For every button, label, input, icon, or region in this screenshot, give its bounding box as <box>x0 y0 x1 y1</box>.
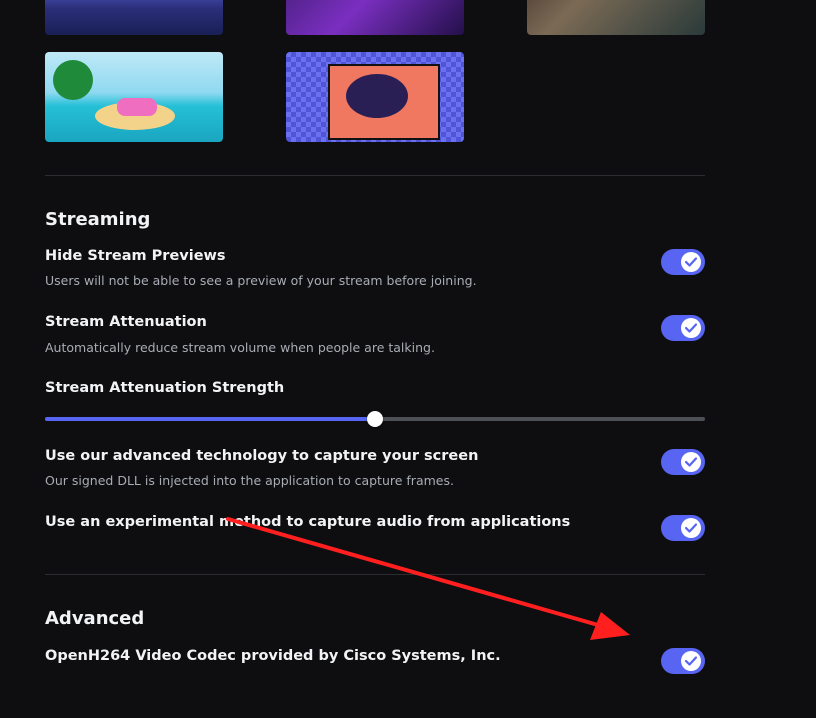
openh264-codec-label: OpenH264 Video Codec provided by Cisco S… <box>45 648 501 664</box>
stream-attenuation-description: Automatically reduce stream volume when … <box>45 340 435 355</box>
advanced-capture-toggle[interactable] <box>661 449 705 475</box>
advanced-section-title: Advanced <box>45 608 145 629</box>
experimental-audio-toggle[interactable] <box>661 515 705 541</box>
streaming-section-title: Streaming <box>45 209 151 230</box>
attenuation-strength-slider-fill <box>45 417 375 421</box>
stream-attenuation-strength-label: Stream Attenuation Strength <box>45 380 285 396</box>
background-thumbnail[interactable] <box>527 0 705 35</box>
section-divider <box>45 574 705 575</box>
hide-stream-previews-description: Users will not be able to see a preview … <box>45 273 477 288</box>
stream-attenuation-label: Stream Attenuation <box>45 314 207 330</box>
checkmark-icon <box>685 523 697 533</box>
checkmark-icon <box>685 656 697 666</box>
advanced-capture-label: Use our advanced technology to capture y… <box>45 448 479 464</box>
hide-stream-previews-label: Hide Stream Previews <box>45 248 226 264</box>
advanced-capture-description: Our signed DLL is injected into the appl… <box>45 473 454 488</box>
hide-stream-previews-toggle[interactable] <box>661 249 705 275</box>
background-thumbnail[interactable] <box>286 52 464 142</box>
experimental-audio-label: Use an experimental method to capture au… <box>45 514 571 530</box>
palm-tree-image <box>53 60 93 100</box>
stream-attenuation-toggle[interactable] <box>661 315 705 341</box>
background-thumbnail[interactable] <box>45 52 223 142</box>
checkmark-icon <box>685 323 697 333</box>
section-divider <box>45 175 705 176</box>
background-thumbnail[interactable] <box>45 0 223 35</box>
checkmark-icon <box>685 257 697 267</box>
float-image <box>117 98 157 116</box>
checkmark-icon <box>685 457 697 467</box>
attenuation-strength-slider-handle[interactable] <box>367 411 383 427</box>
openh264-codec-toggle[interactable] <box>661 648 705 674</box>
character-illustration <box>346 74 408 118</box>
background-thumbnail[interactable] <box>286 0 464 35</box>
